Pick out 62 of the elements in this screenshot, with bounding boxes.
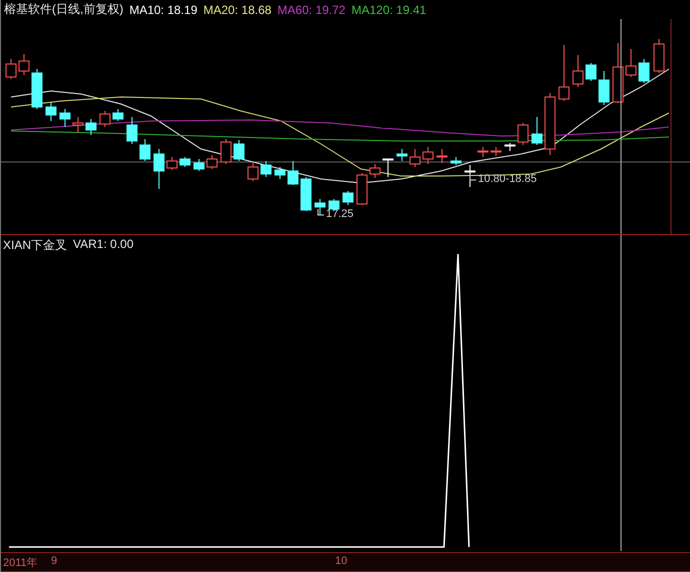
candlestick bbox=[626, 48, 636, 78]
leader-line bbox=[470, 174, 476, 181]
moving-average-label: MA10: 18.19 bbox=[129, 2, 198, 17]
candlestick bbox=[86, 118, 96, 136]
candlestick bbox=[396, 148, 408, 162]
candlestick bbox=[598, 70, 610, 106]
moving-average-label: MA60: 19.72 bbox=[277, 2, 346, 17]
candlestick bbox=[248, 162, 258, 182]
candlestick bbox=[532, 116, 542, 146]
candlestick bbox=[18, 54, 30, 76]
candlestick bbox=[126, 116, 138, 145]
candlestick bbox=[410, 148, 420, 168]
candlestick bbox=[504, 142, 516, 152]
candlestick bbox=[288, 160, 298, 186]
indicator-reading: VAR1: 0.00 bbox=[73, 237, 134, 254]
candlestick bbox=[544, 92, 556, 156]
candlestick bbox=[370, 164, 380, 179]
candlestick bbox=[60, 108, 70, 128]
candlestick bbox=[300, 176, 312, 212]
candlestick bbox=[72, 116, 84, 134]
price-annotation: 17.25 bbox=[326, 208, 354, 220]
candlestick bbox=[356, 172, 368, 206]
candlestick bbox=[314, 198, 326, 216]
candlestick bbox=[638, 58, 650, 84]
leader-line bbox=[318, 208, 324, 216]
time-axis-label: 10 bbox=[335, 555, 348, 568]
candlestick bbox=[180, 156, 190, 168]
candlestick bbox=[166, 156, 178, 171]
candlestick bbox=[6, 58, 16, 80]
candlestick bbox=[518, 122, 528, 146]
chart-title: 榕基软件(日线,前复权) bbox=[4, 1, 124, 18]
candlestick bbox=[32, 68, 42, 110]
time-axis-label: 2011年 bbox=[3, 556, 38, 570]
price-annotation: 10.80-18.85 bbox=[478, 173, 537, 186]
candlestick bbox=[342, 190, 354, 206]
time-axis-label: 9 bbox=[51, 555, 58, 568]
candlestick bbox=[422, 146, 434, 165]
candlestick bbox=[572, 54, 584, 88]
candlestick bbox=[140, 138, 150, 162]
candlestick bbox=[436, 148, 448, 164]
candlestick bbox=[450, 156, 462, 166]
candlestick bbox=[206, 154, 218, 170]
indicator-title: XIAN下金叉 bbox=[3, 237, 68, 254]
candlestick bbox=[274, 166, 286, 180]
moving-average-label: MA120: 19.41 bbox=[351, 2, 426, 17]
candlestick bbox=[260, 160, 272, 178]
candlestick bbox=[100, 110, 110, 128]
candlestick bbox=[194, 158, 204, 172]
candlestick bbox=[478, 146, 488, 158]
candlestick bbox=[46, 102, 56, 122]
candlestick bbox=[220, 138, 232, 165]
candlestick bbox=[382, 158, 394, 178]
candlestick bbox=[654, 38, 664, 74]
candlestick bbox=[112, 108, 124, 122]
candlestick bbox=[612, 42, 624, 104]
candlestick bbox=[558, 44, 570, 102]
candlestick bbox=[154, 148, 164, 190]
moving-average-label: MA20: 18.68 bbox=[203, 2, 272, 17]
candlestick bbox=[490, 146, 502, 157]
candlestick bbox=[586, 62, 596, 82]
candlestick bbox=[464, 164, 476, 188]
candlestick bbox=[234, 140, 244, 162]
